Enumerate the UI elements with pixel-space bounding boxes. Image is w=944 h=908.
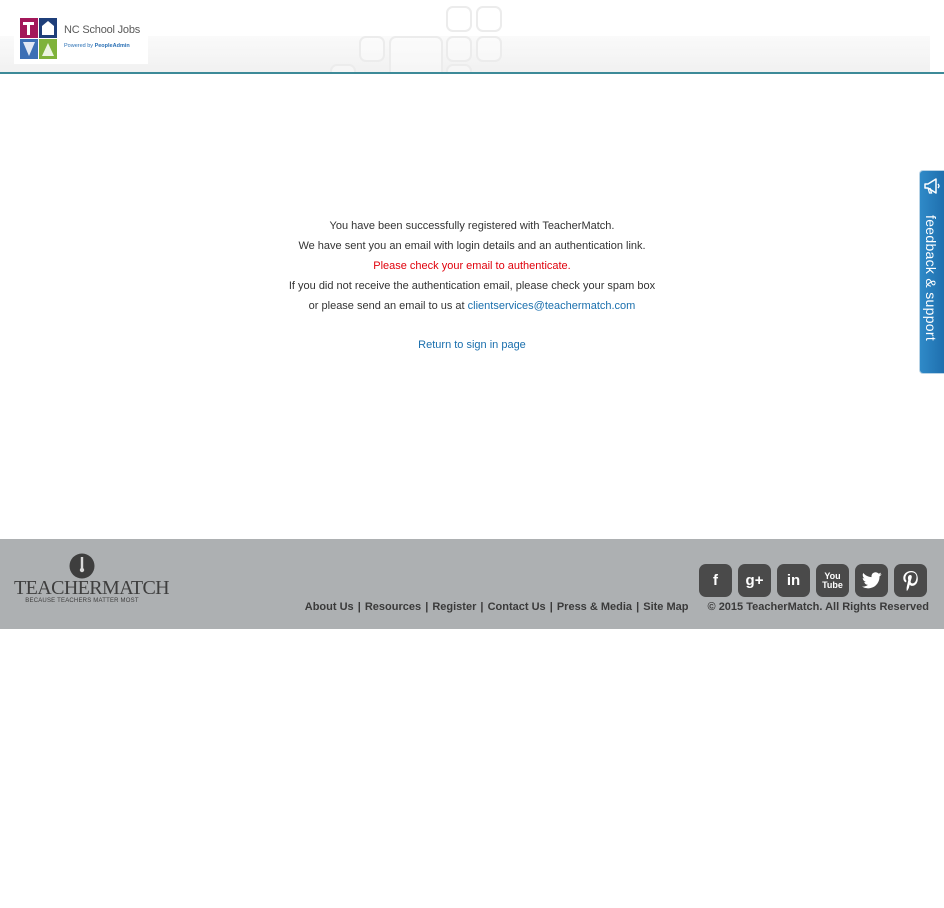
facebook-button[interactable]: f bbox=[699, 564, 732, 597]
decorative-square bbox=[446, 64, 472, 72]
nc-school-jobs-logo[interactable]: NC School Jobs Powered by PeopleAdmin bbox=[14, 12, 148, 64]
teachermatch-logo[interactable]: TEACHERMATCH BECAUSE TEACHERS MATTER MOS… bbox=[14, 553, 170, 607]
decorative-square bbox=[359, 36, 385, 62]
decorative-square bbox=[476, 36, 502, 62]
message-email-sent-line: We have sent you an email with login det… bbox=[298, 240, 646, 252]
pinterest-icon bbox=[902, 570, 918, 591]
social-links: f g+ in You Tube bbox=[699, 564, 927, 597]
footer-separator: | bbox=[357, 601, 361, 613]
decorative-square bbox=[330, 64, 356, 72]
brand-tagline: BECAUSE TEACHERS MATTER MOST bbox=[25, 598, 139, 604]
youtube-icon: You Tube bbox=[822, 571, 843, 590]
return-to-sign-in-link[interactable]: Return to sign in page bbox=[418, 339, 526, 351]
page: NC School Jobs Powered by PeopleAdmin Yo… bbox=[0, 0, 944, 908]
footer-link-site-map[interactable]: Site Map bbox=[643, 601, 688, 613]
footer-link-resources[interactable]: Resources bbox=[365, 601, 421, 613]
youtube-button[interactable]: You Tube bbox=[816, 564, 849, 597]
footer-links: About Us | Resources | Register | Contac… bbox=[305, 601, 929, 613]
pinterest-button[interactable] bbox=[894, 564, 927, 597]
feedback-support-tab[interactable]: feedback & support bbox=[919, 170, 944, 374]
google-plus-icon: g+ bbox=[745, 572, 764, 589]
copyright-text: © 2015 TeacherMatch. All Rights Reserved bbox=[707, 601, 929, 613]
footer-separator: | bbox=[425, 601, 429, 613]
footer-link-register[interactable]: Register bbox=[432, 601, 476, 613]
message-success-line: You have been successfully registered wi… bbox=[329, 220, 615, 232]
brand-name: TEACHERMATCH bbox=[14, 577, 170, 599]
twitter-button[interactable] bbox=[855, 564, 888, 597]
support-email-link[interactable]: clientservices@teachermatch.com bbox=[468, 300, 636, 312]
decorative-square bbox=[446, 36, 472, 62]
message-spam-line: If you did not receive the authenticatio… bbox=[288, 280, 656, 292]
school-logo-icon bbox=[20, 18, 57, 59]
megaphone-icon bbox=[924, 178, 940, 194]
facebook-icon: f bbox=[713, 572, 718, 589]
decorative-square bbox=[446, 6, 472, 32]
twitter-icon bbox=[861, 572, 882, 589]
feedback-support-label: feedback & support bbox=[923, 215, 939, 342]
linkedin-button[interactable]: in bbox=[777, 564, 810, 597]
header-divider bbox=[0, 72, 944, 74]
decorative-square bbox=[476, 6, 502, 32]
footer-link-contact-us[interactable]: Contact Us bbox=[488, 601, 546, 613]
footer-link-press-media[interactable]: Press & Media bbox=[557, 601, 632, 613]
message-authenticate-alert: Please check your email to authenticate. bbox=[373, 260, 571, 272]
decorative-square bbox=[389, 36, 443, 72]
header: NC School Jobs Powered by PeopleAdmin bbox=[0, 0, 944, 72]
footer-link-about-us[interactable]: About Us bbox=[305, 601, 354, 613]
logo-powered-by: Powered by PeopleAdmin bbox=[64, 43, 130, 49]
logo-title: NC School Jobs bbox=[64, 24, 141, 36]
footer-separator: | bbox=[549, 601, 553, 613]
footer-separator: | bbox=[636, 601, 640, 613]
footer: TEACHERMATCH BECAUSE TEACHERS MATTER MOS… bbox=[0, 539, 944, 629]
return-link-row: Return to sign in page bbox=[0, 339, 944, 351]
registration-message: You have been successfully registered wi… bbox=[0, 218, 944, 318]
linkedin-icon: in bbox=[786, 572, 801, 589]
google-plus-button[interactable]: g+ bbox=[738, 564, 771, 597]
footer-separator: | bbox=[480, 601, 484, 613]
message-contact-line: or please send an email to us at clients… bbox=[308, 300, 636, 312]
